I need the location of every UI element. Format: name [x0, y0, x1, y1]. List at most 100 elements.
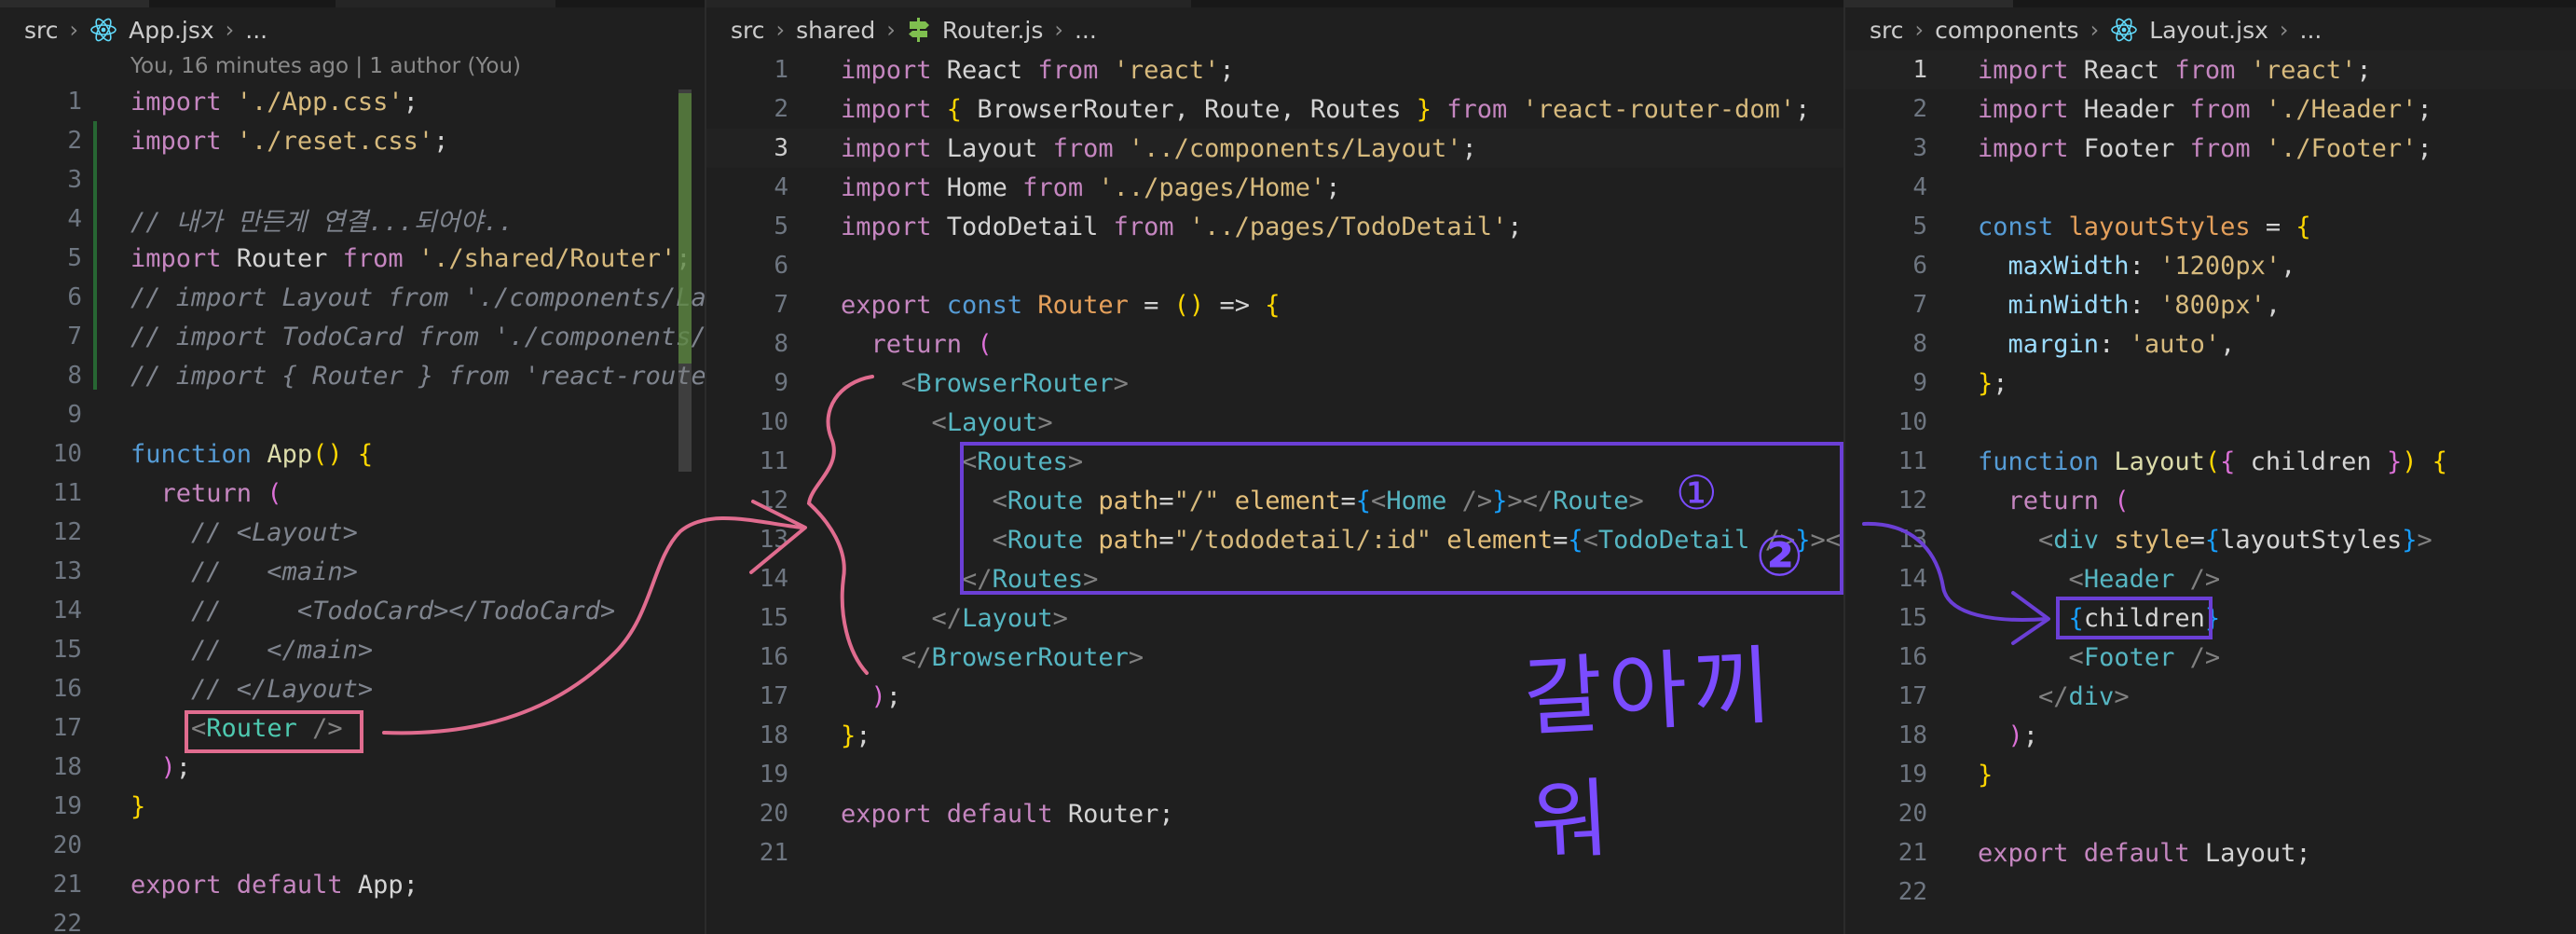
code-token: import: [841, 212, 947, 241]
code-line[interactable]: 13 <Route path="/tododetail/:id" element…: [706, 520, 1843, 559]
breadcrumb-symbol[interactable]: ...: [1075, 17, 1097, 44]
code-line[interactable]: 13 // <main>: [0, 552, 705, 591]
code-token: =: [1340, 486, 1356, 515]
code-line[interactable]: 7 export const Router = () => {: [706, 285, 1843, 324]
code-line[interactable]: 5 import TodoDetail from '../pages/TodoDe…: [706, 207, 1843, 246]
code-line[interactable]: 10 function App() {: [0, 434, 705, 474]
code-line[interactable]: 6: [706, 246, 1843, 285]
editor-pane-layout[interactable]: src › components › Layout.jsx › ... 1 imp…: [1843, 0, 2576, 934]
breadcrumb-file[interactable]: Layout.jsx: [2149, 17, 2268, 44]
tab-app-jsx[interactable]: [0, 0, 149, 7]
code-token: div: [2068, 681, 2115, 711]
code-line[interactable]: 4: [1845, 168, 2576, 207]
code-token: layoutStyles: [2068, 212, 2251, 241]
code-line[interactable]: 18 );: [1845, 716, 2576, 755]
code-line[interactable]: 10: [1845, 403, 2576, 442]
code-line[interactable]: 7 // import TodoCard from './components/: [0, 317, 705, 356]
code-text: }: [1978, 761, 1993, 790]
code-line[interactable]: 5 const layoutStyles = {: [1845, 207, 2576, 246]
breadcrumb-folder[interactable]: src: [24, 17, 59, 44]
code-line[interactable]: 22: [1845, 872, 2576, 912]
code-line[interactable]: 19}: [1845, 755, 2576, 794]
code-line[interactable]: 5 import Router from './shared/Router';: [0, 239, 705, 278]
code-line[interactable]: 10 <Layout>: [706, 403, 1843, 442]
code-token: ): [160, 752, 176, 782]
code-line[interactable]: 21 export default App;: [0, 865, 705, 904]
code-line[interactable]: 4 import Home from '../pages/Home';: [706, 168, 1843, 207]
code-token: ;: [1993, 368, 2008, 398]
code-line[interactable]: 1 import React from 'react';: [706, 50, 1843, 89]
code-token: ;: [2417, 133, 2432, 163]
code-token: './shared/Router': [418, 243, 677, 273]
code-line[interactable]: 15 // </main>: [0, 630, 705, 669]
code-line[interactable]: 9: [0, 395, 705, 434]
code-line[interactable]: 3 import Layout from '../components/Layou…: [706, 129, 1843, 168]
editor-pane-app[interactable]: src › App.jsx › ... You, 16 minutes ago …: [0, 0, 705, 934]
code-line[interactable]: 12 <Route path="/" element={<Home />}></…: [706, 481, 1843, 520]
code-line[interactable]: 14 </Routes>: [706, 559, 1843, 598]
breadcrumb-symbol[interactable]: ...: [245, 17, 267, 44]
code-token: }: [2386, 446, 2403, 476]
code-line[interactable]: 21 export default Layout;: [1845, 833, 2576, 872]
code-text: // <TodoCard></TodoCard>: [130, 597, 615, 625]
tab-router-js[interactable]: [706, 0, 1191, 7]
code-text: };: [841, 721, 871, 750]
code-line[interactable]: 9 <BrowserRouter>: [706, 364, 1843, 403]
code-token: '../components/Layout': [1128, 133, 1462, 163]
code-line[interactable]: 6 maxWidth: '1200px',: [1845, 246, 2576, 285]
code-line[interactable]: 14 // <TodoCard></TodoCard>: [0, 591, 705, 630]
code-line[interactable]: 8 // import { Router } from 'react-route: [0, 356, 705, 395]
code-line[interactable]: 18 );: [0, 748, 705, 787]
editor-pane-router[interactable]: src › shared › Router.js › ... 1 import R…: [705, 0, 1843, 934]
breadcrumb-file[interactable]: Router.js: [942, 17, 1043, 44]
code-line[interactable]: 19}: [0, 787, 705, 826]
code-line[interactable]: 15 {children}: [1845, 598, 2576, 638]
code-line[interactable]: 13 <div style={layoutStyles}>: [1845, 520, 2576, 559]
code-line[interactable]: 1 import React from 'react';: [1845, 50, 2576, 89]
code-line[interactable]: 17 </div>: [1845, 677, 2576, 716]
code-line[interactable]: 11 return (: [0, 474, 705, 513]
code-text: import './App.css';: [130, 88, 418, 117]
code-line[interactable]: 8 return (: [706, 324, 1843, 364]
breadcrumb-folder[interactable]: src: [731, 17, 765, 44]
tab-inactive[interactable]: [336, 0, 555, 7]
code-line[interactable]: 12 // <Layout>: [0, 513, 705, 552]
breadcrumb-file[interactable]: App.jsx: [129, 17, 214, 44]
code-token: from: [2174, 55, 2251, 85]
code-line[interactable]: 6 // import Layout from './components/La: [0, 278, 705, 317]
code-line[interactable]: 7 minWidth: '800px',: [1845, 285, 2576, 324]
code-line[interactable]: 2 import './reset.css';: [0, 121, 705, 160]
code-token: (): [312, 439, 343, 469]
code-line[interactable]: 4 // 내가 만든게 연결...되어야..: [0, 199, 705, 239]
code-line[interactable]: 12 return (: [1845, 481, 2576, 520]
git-blame-codelens[interactable]: You, 16 minutes ago | 1 author (You): [130, 54, 521, 78]
tab-layout-jsx[interactable]: [1845, 0, 2013, 7]
code-line[interactable]: 16 // </Layout>: [0, 669, 705, 708]
code-token: return: [870, 329, 978, 359]
breadcrumb-symbol[interactable]: ...: [2300, 17, 2323, 44]
breadcrumb-folder[interactable]: src: [1870, 17, 1904, 44]
code-line[interactable]: 2 import Header from './Header';: [1845, 89, 2576, 129]
breadcrumb-folder[interactable]: components: [1935, 17, 2078, 44]
code-line[interactable]: 11 <Routes>: [706, 442, 1843, 481]
code-line[interactable]: 2 import { BrowserRouter, Route, Routes }…: [706, 89, 1843, 129]
code-line[interactable]: 1 import './App.css';: [0, 82, 705, 121]
code-line[interactable]: 22: [0, 904, 705, 934]
code-line[interactable]: 20: [1845, 794, 2576, 833]
code-line[interactable]: 8 margin: 'auto',: [1845, 324, 2576, 364]
code-line[interactable]: 9};: [1845, 364, 2576, 403]
breadcrumb-folder[interactable]: shared: [796, 17, 875, 44]
code-line[interactable]: 3: [0, 160, 705, 199]
code-line[interactable]: 17 <Router />: [0, 708, 705, 748]
code-line[interactable]: 3 import Footer from './Footer';: [1845, 129, 2576, 168]
code-line[interactable]: 14 <Header />: [1845, 559, 2576, 598]
code-line[interactable]: 11 function Layout({ children }) {: [1845, 442, 2576, 481]
code-token: "/tododetail/:id": [1173, 525, 1432, 555]
line-number: 8: [67, 362, 82, 390]
code-line[interactable]: 20: [0, 826, 705, 865]
code-line[interactable]: 16 <Footer />: [1845, 638, 2576, 677]
